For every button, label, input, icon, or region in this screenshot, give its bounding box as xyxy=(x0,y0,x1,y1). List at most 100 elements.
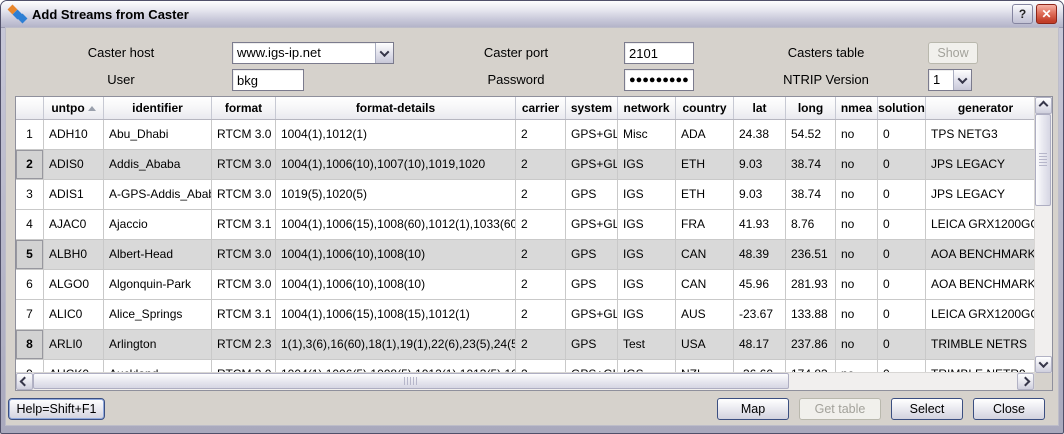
scroll-down-button[interactable] xyxy=(1035,356,1052,373)
row-header[interactable]: 8 xyxy=(16,330,44,360)
cell-long[interactable]: 237.86 xyxy=(786,330,836,360)
caster-host-combo[interactable]: www.igs-ip.net xyxy=(232,42,394,64)
cell-system[interactable]: GPS+GLO xyxy=(566,300,618,330)
close-button[interactable]: Close xyxy=(973,398,1045,420)
cell-format-details[interactable]: 1004(1),1006(10),1008(10) xyxy=(276,240,516,270)
context-help-button[interactable]: ? xyxy=(1012,4,1033,24)
cell-mountpoint[interactable]: ALIC0 xyxy=(44,300,104,330)
row-header[interactable]: 1 xyxy=(16,120,44,150)
cell-country[interactable]: ADA xyxy=(676,120,734,150)
cell-system[interactable]: GPS xyxy=(566,240,618,270)
column-header-country[interactable]: country xyxy=(676,97,734,119)
show-casters-table-button[interactable]: Show xyxy=(928,42,978,64)
vertical-scroll-thumb[interactable] xyxy=(1035,114,1051,206)
column-header-carrier[interactable]: carrier xyxy=(516,97,566,119)
cell-network[interactable]: IGS xyxy=(618,360,676,372)
cell-format[interactable]: RTCM 3.0 xyxy=(212,150,276,180)
cell-lat[interactable]: 48.17 xyxy=(734,330,786,360)
cell-lat[interactable]: 48.39 xyxy=(734,240,786,270)
map-button[interactable]: Map xyxy=(717,398,789,420)
user-input[interactable] xyxy=(232,69,304,91)
cell-solution[interactable]: 0 xyxy=(878,150,926,180)
cell-long[interactable]: 174.83 xyxy=(786,360,836,372)
table-row[interactable]: 7ALIC0Alice_SpringsRTCM 3.11004(1),1006(… xyxy=(16,300,1034,330)
row-header[interactable]: 2 xyxy=(16,150,44,180)
cell-long[interactable]: 281.93 xyxy=(786,270,836,300)
cell-country[interactable]: CAN xyxy=(676,270,734,300)
row-header[interactable]: 4 xyxy=(16,210,44,240)
cell-carrier[interactable]: 2 xyxy=(516,240,566,270)
cell-system[interactable]: GPS xyxy=(566,270,618,300)
cell-generator[interactable]: AOA BENCHMARK xyxy=(926,270,1034,300)
title-bar[interactable]: Add Streams from Caster ? ✕ xyxy=(1,1,1063,28)
table-row[interactable]: 8ARLI0ArlingtonRTCM 2.31(1),3(6),16(60),… xyxy=(16,330,1034,360)
ntrip-version-combo[interactable]: 1 xyxy=(928,69,972,91)
cell-identifier[interactable]: A-GPS-Addis_Ababa xyxy=(104,180,212,210)
column-header-generator[interactable]: generator xyxy=(926,97,1034,119)
scroll-left-button[interactable] xyxy=(16,373,33,390)
cell-format-details[interactable]: 1004(1),1006(10),1007(10),1019,1020 xyxy=(276,150,516,180)
cell-format-details[interactable]: 1004(1),1006(15),1008(60),1012(1),1033(6… xyxy=(276,210,516,240)
cell-system[interactable]: GPS+GLO xyxy=(566,210,618,240)
cell-country[interactable]: USA xyxy=(676,330,734,360)
column-header-nmea[interactable]: nmea xyxy=(836,97,878,119)
ntrip-version-dropdown-button[interactable] xyxy=(953,70,971,90)
cell-generator[interactable]: JPS LEGACY xyxy=(926,180,1034,210)
row-header[interactable]: 7 xyxy=(16,300,44,330)
cell-format[interactable]: RTCM 2.3 xyxy=(212,330,276,360)
column-header-lat[interactable]: lat xyxy=(734,97,786,119)
cell-carrier[interactable]: 2 xyxy=(516,180,566,210)
row-header[interactable]: 3 xyxy=(16,180,44,210)
cell-format[interactable]: RTCM 3.1 xyxy=(212,210,276,240)
cell-format[interactable]: RTCM 3.0 xyxy=(212,180,276,210)
cell-carrier[interactable]: 2 xyxy=(516,300,566,330)
cell-system[interactable]: GPS+GLO xyxy=(566,120,618,150)
cell-network[interactable]: IGS xyxy=(618,270,676,300)
cell-system[interactable]: GPS+GLO xyxy=(566,150,618,180)
cell-generator[interactable]: JPS LEGACY xyxy=(926,150,1034,180)
cell-solution[interactable]: 0 xyxy=(878,300,926,330)
cell-system[interactable]: GPS xyxy=(566,330,618,360)
cell-mountpoint[interactable]: ADH10 xyxy=(44,120,104,150)
cell-mountpoint[interactable]: ALBH0 xyxy=(44,240,104,270)
cell-identifier[interactable]: Addis_Ababa xyxy=(104,150,212,180)
cell-network[interactable]: IGS xyxy=(618,300,676,330)
help-shortcut-button[interactable]: Help=Shift+F1 xyxy=(8,398,105,420)
cell-nmea[interactable]: no xyxy=(836,180,878,210)
cell-nmea[interactable]: no xyxy=(836,120,878,150)
cell-identifier[interactable]: Algonquin-Park xyxy=(104,270,212,300)
scroll-up-button[interactable] xyxy=(1035,97,1052,114)
horizontal-scroll-thumb[interactable] xyxy=(33,373,789,389)
table-row[interactable]: 4AJAC0AjaccioRTCM 3.11004(1),1006(15),10… xyxy=(16,210,1034,240)
table-row[interactable]: 2ADIS0Addis_AbabaRTCM 3.01004(1),1006(10… xyxy=(16,150,1034,180)
cell-long[interactable]: 38.74 xyxy=(786,180,836,210)
cell-solution[interactable]: 0 xyxy=(878,180,926,210)
cell-format-details[interactable]: 1004(1),1012(1) xyxy=(276,120,516,150)
password-input[interactable] xyxy=(624,69,694,91)
cell-carrier[interactable]: 2 xyxy=(516,330,566,360)
cell-generator[interactable]: TRIMBLE NETRS xyxy=(926,330,1034,360)
cell-format[interactable]: RTCM 3.0 xyxy=(212,240,276,270)
caster-host-dropdown-button[interactable] xyxy=(375,43,393,63)
cell-network[interactable]: IGS xyxy=(618,150,676,180)
column-header-system[interactable]: system xyxy=(566,97,618,119)
cell-solution[interactable]: 0 xyxy=(878,240,926,270)
cell-format[interactable]: RTCM 3.1 xyxy=(212,300,276,330)
cell-nmea[interactable]: no xyxy=(836,360,878,372)
cell-country[interactable]: FRA xyxy=(676,210,734,240)
column-header-long[interactable]: long xyxy=(786,97,836,119)
table-row[interactable]: 9AUCK0AucklandRTCM 3.01004(1),1006(5),10… xyxy=(16,360,1034,372)
horizontal-scrollbar[interactable] xyxy=(16,372,1034,390)
cell-format[interactable]: RTCM 3.0 xyxy=(212,360,276,372)
cell-nmea[interactable]: no xyxy=(836,270,878,300)
cell-carrier[interactable]: 2 xyxy=(516,360,566,372)
close-window-button[interactable]: ✕ xyxy=(1036,4,1057,24)
cell-lat[interactable]: 45.96 xyxy=(734,270,786,300)
cell-identifier[interactable]: Alice_Springs xyxy=(104,300,212,330)
cell-carrier[interactable]: 2 xyxy=(516,210,566,240)
cell-identifier[interactable]: Auckland xyxy=(104,360,212,372)
column-header-solution[interactable]: solution xyxy=(878,97,926,119)
cell-format[interactable]: RTCM 3.0 xyxy=(212,270,276,300)
cell-lat[interactable]: 9.03 xyxy=(734,150,786,180)
cell-format[interactable]: RTCM 3.0 xyxy=(212,120,276,150)
